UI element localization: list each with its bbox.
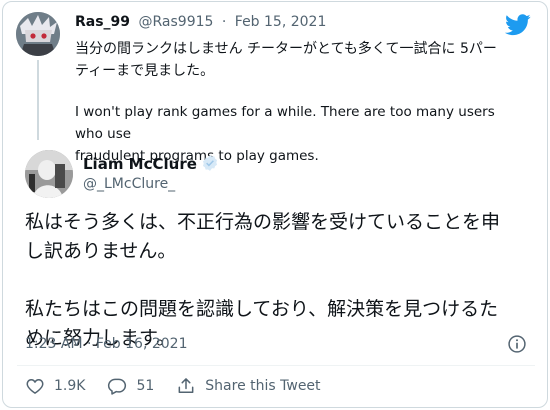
share-icon xyxy=(178,378,194,393)
tweet-paragraph: 私はそう多くは、不正行為の影響を受けていることを申 し訳ありません。 xyxy=(25,208,535,266)
author-name-row: Liam McClure xyxy=(83,154,219,173)
embedded-tweet-card: Ras_99 @Ras9915 · Feb 15, 2021 当分の間ランクはし… xyxy=(2,1,548,408)
quoted-handle[interactable]: @Ras9915 xyxy=(139,14,214,30)
reply-count: 51 xyxy=(136,378,155,394)
quoted-separator: · xyxy=(221,14,227,30)
twitter-bird-icon[interactable] xyxy=(505,14,531,36)
thread-line xyxy=(37,60,39,140)
verified-badge-icon xyxy=(202,155,217,171)
heart-icon xyxy=(26,379,44,394)
share-button[interactable]: Share this Tweet xyxy=(176,376,321,396)
like-count: 1.9K xyxy=(54,378,86,394)
divider xyxy=(17,365,535,366)
quoted-jp-line: ティーまで見ました。 xyxy=(75,63,215,79)
author-handle[interactable]: @_LMcClure_ xyxy=(83,176,175,192)
quoted-header: Ras_99 @Ras9915 · Feb 15, 2021 xyxy=(75,14,326,30)
quoted-avatar[interactable] xyxy=(16,12,60,56)
quoted-en-line: I won't play rank games for a while. The… xyxy=(75,104,495,142)
author-display-name[interactable]: Liam McClure xyxy=(83,155,197,173)
tweet-actions: 1.9K 51 Share this Tweet xyxy=(25,374,343,398)
reply-button[interactable]: 51 xyxy=(107,376,154,396)
like-button[interactable]: 1.9K xyxy=(25,376,85,396)
share-label: Share this Tweet xyxy=(205,378,321,394)
quoted-display-name[interactable]: Ras_99 xyxy=(75,14,130,30)
tweet-line: 私たちはこの問題を認識しており、解決策を見つけるた xyxy=(25,298,499,320)
quoted-date[interactable]: Feb 15, 2021 xyxy=(235,14,327,30)
author-avatar[interactable] xyxy=(25,150,73,198)
tweet-line: し訳ありません。 xyxy=(25,240,177,262)
quoted-avatar-image xyxy=(16,12,60,56)
quoted-jp-line: 当分の間ランクはしません チーターがとても多くて一試合に 5パー xyxy=(75,41,497,57)
author-avatar-image xyxy=(25,150,73,198)
reply-icon xyxy=(108,378,127,395)
tweet-text: 私はそう多くは、不正行為の影響を受けていることを申 し訳ありません。 私たちはこ… xyxy=(25,208,535,353)
info-icon[interactable] xyxy=(507,334,527,354)
tweet-timestamp[interactable]: 1:23 AM · Feb 16, 2021 xyxy=(25,336,187,352)
tweet-line: 私はそう多くは、不正行為の影響を受けていることを申 xyxy=(25,211,501,233)
quoted-text-japanese: 当分の間ランクはしません チーターがとても多くて一試合に 5パー ティーまで見ま… xyxy=(75,38,515,82)
